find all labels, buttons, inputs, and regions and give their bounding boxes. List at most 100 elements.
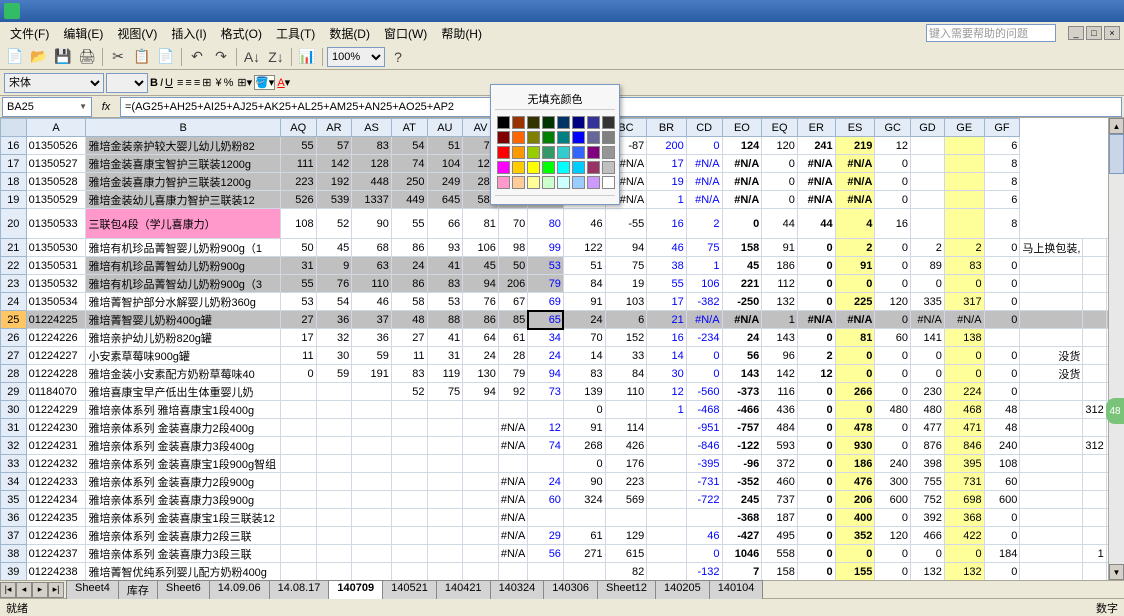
cell[interactable]: 0 [280,365,316,383]
cell[interactable]: 0 [797,419,835,437]
cell[interactable]: -368 [722,509,762,527]
cell[interactable] [1083,491,1106,509]
cell[interactable]: 477 [911,419,945,437]
cell[interactable] [427,563,463,581]
cell[interactable]: 0 [984,527,1020,545]
print-icon[interactable]: 🖨 [76,46,98,68]
cell[interactable]: 120 [875,527,911,545]
cell[interactable]: 300 [875,473,911,491]
cell[interactable]: -466 [722,401,762,419]
cell[interactable]: 372 [762,455,798,473]
cell[interactable]: 没货 [1020,347,1083,365]
cell[interactable] [280,455,316,473]
column-header[interactable]: GD [911,119,945,137]
cell[interactable] [528,455,564,473]
cell[interactable] [1083,419,1106,437]
cell[interactable]: 120 [875,293,911,311]
cell[interactable]: 752 [911,491,945,509]
cell[interactable]: 480 [911,401,945,419]
cell[interactable]: 176 [605,455,647,473]
cell[interactable] [498,563,527,581]
cell[interactable]: 56 [722,347,762,365]
cell[interactable]: 雅培金装喜康宝智护三联装1200g [86,155,280,173]
column-header[interactable]: BR [647,119,687,137]
cell[interactable]: 50 [498,257,527,275]
cell[interactable]: 31 [427,347,463,365]
cell[interactable]: #N/A [498,419,527,437]
cell[interactable]: 31 [280,257,316,275]
cell[interactable]: #N/A [944,311,984,329]
cell[interactable]: 45 [463,257,499,275]
cell[interactable]: 83 [563,365,605,383]
cell[interactable]: 01224238 [26,563,86,581]
cell[interactable] [911,191,945,209]
underline-button[interactable]: U [165,77,173,89]
close-button[interactable]: × [1104,26,1120,40]
color-swatch[interactable] [557,146,570,159]
cell[interactable]: 14 [647,347,687,365]
color-swatch[interactable] [602,146,615,159]
cell[interactable]: 80 [528,209,564,239]
color-swatch[interactable] [587,176,600,189]
color-swatch[interactable] [587,146,600,159]
tab-nav-prev[interactable]: ◂ [16,582,32,598]
cell[interactable]: 61 [498,329,527,347]
cell[interactable] [391,401,427,419]
cell[interactable] [316,491,352,509]
cell[interactable]: 81 [835,329,875,347]
cell[interactable]: 0 [984,239,1020,257]
cell[interactable] [352,563,392,581]
cell[interactable]: 36 [352,329,392,347]
cell[interactable] [463,545,499,563]
cell[interactable] [1020,527,1083,545]
color-swatch[interactable] [512,161,525,174]
cell[interactable]: 雅培亲体系列 金装喜康力3段三联 [86,545,280,563]
cell[interactable]: 91 [762,239,798,257]
cell[interactable]: 224 [944,383,984,401]
cell[interactable] [463,563,499,581]
cell[interactable]: #N/A [498,509,527,527]
sheet-tab[interactable]: Sheet4 [66,580,119,599]
cell[interactable]: 0 [797,257,835,275]
cell[interactable] [528,509,564,527]
cell[interactable]: 37 [352,311,392,329]
cell[interactable]: 01224225 [26,311,86,329]
cell[interactable]: 01224232 [26,455,86,473]
cell[interactable]: 106 [686,275,722,293]
cell[interactable]: #N/A [686,173,722,191]
cell[interactable] [463,419,499,437]
column-header[interactable]: AS [352,119,392,137]
cell[interactable]: 83 [427,275,463,293]
cell[interactable]: 19 [647,173,687,191]
cell[interactable]: 01224237 [26,545,86,563]
cell[interactable]: 01224230 [26,419,86,437]
color-swatch[interactable] [557,161,570,174]
cell[interactable]: 01350529 [26,191,86,209]
cell[interactable]: 01224231 [26,437,86,455]
cell[interactable]: 53 [427,293,463,311]
cell[interactable] [352,419,392,437]
cell[interactable] [352,545,392,563]
cell[interactable]: 0 [797,383,835,401]
row-header[interactable]: 21 [1,239,27,257]
cell[interactable]: 186 [835,455,875,473]
cell[interactable]: 98 [498,239,527,257]
cell[interactable]: 0 [984,275,1020,293]
row-header[interactable]: 38 [1,545,27,563]
cell[interactable]: 73 [528,383,564,401]
column-header[interactable]: GE [944,119,984,137]
row-header[interactable]: 33 [1,455,27,473]
no-fill-option[interactable]: 无填充颜色 [495,89,615,110]
cell[interactable]: 249 [427,173,463,191]
color-swatch[interactable] [602,131,615,144]
cell[interactable]: 38 [647,257,687,275]
cell[interactable]: 104 [427,155,463,173]
cell[interactable]: 55 [391,209,427,239]
cell[interactable]: 9 [316,257,352,275]
cell[interactable] [1020,329,1083,347]
sheet-tab[interactable]: 14.08.17 [269,580,330,599]
color-swatch[interactable] [527,116,540,129]
color-swatch[interactable] [512,116,525,129]
cell[interactable]: 94 [463,275,499,293]
cell[interactable]: -234 [686,329,722,347]
